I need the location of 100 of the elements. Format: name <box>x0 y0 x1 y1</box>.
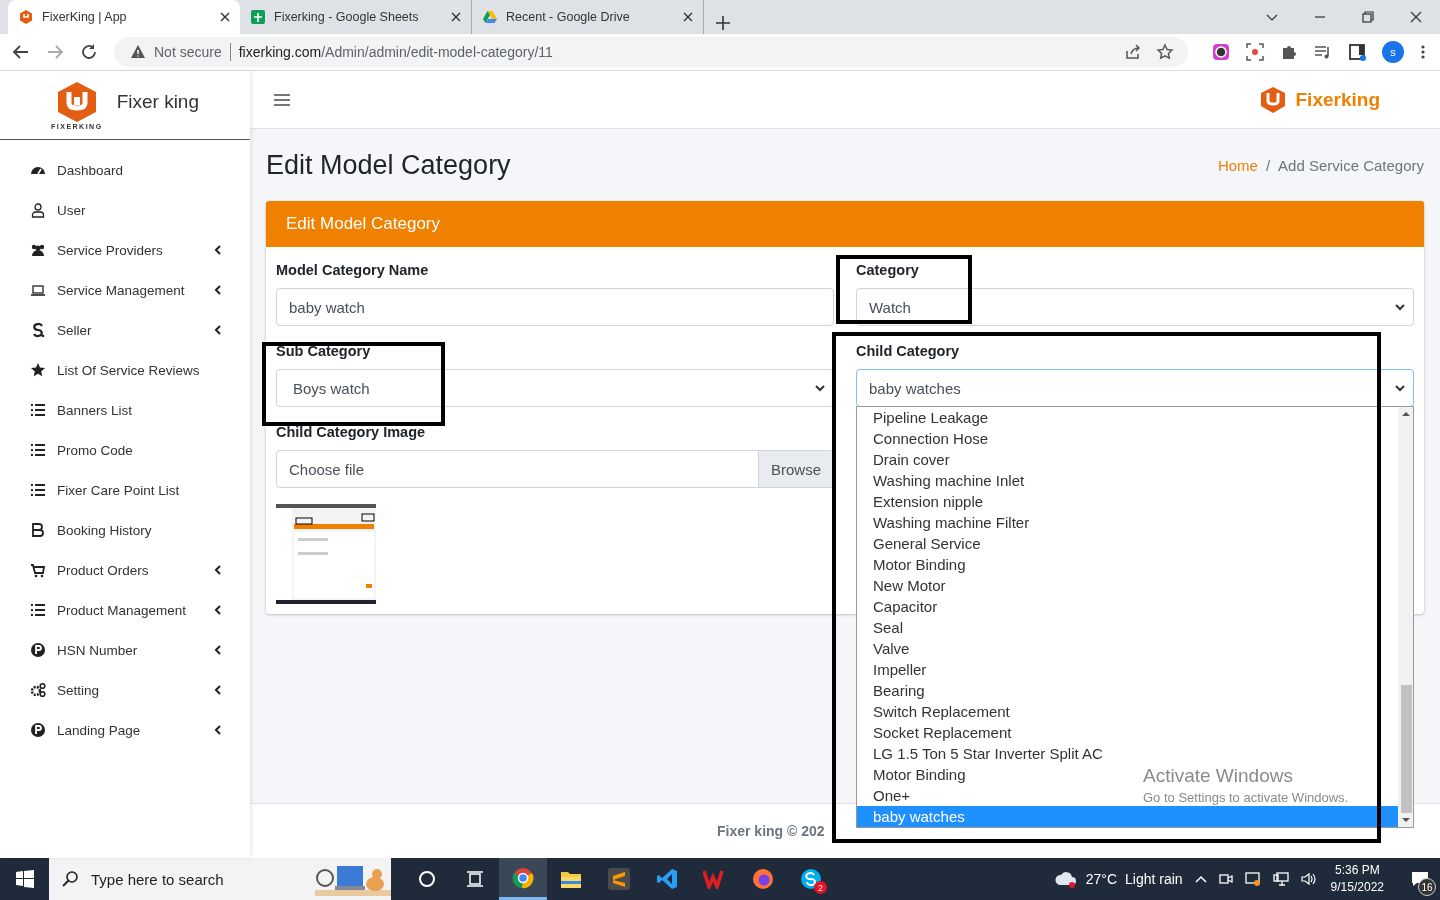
windows-start-icon[interactable] <box>16 870 34 888</box>
menu-icon[interactable] <box>274 92 290 107</box>
field-label: Category <box>856 261 920 280</box>
cloud-rain-icon[interactable] <box>1053 869 1078 889</box>
page-title: Edit Model Category <box>266 149 511 181</box>
dropdown-option[interactable]: Connection Hose <box>873 428 989 449</box>
sidebar-item[interactable]: Landing Page <box>0 710 250 750</box>
share-icon[interactable] <box>1124 43 1142 61</box>
scroll-up-icon[interactable] <box>1401 411 1410 417</box>
sidebar-item[interactable]: Seller <box>0 310 250 350</box>
select-field[interactable]: Watch <box>856 288 1414 326</box>
taskbar-search-field[interactable]: Type here to search <box>49 858 391 900</box>
sidebar-item[interactable]: Promo Code <box>0 430 250 470</box>
list-icon <box>30 402 46 418</box>
shield-logo-icon <box>18 9 34 25</box>
back-arrow-icon[interactable] <box>12 43 30 61</box>
display-alert-icon[interactable] <box>1244 872 1261 886</box>
address-bar[interactable]: Not secure fixerking.com/Admin/admin/edit-model-category/11 <box>114 37 1188 67</box>
weather-text: Light rain <box>1125 871 1183 887</box>
notification-center-button[interactable]: 16 <box>1400 858 1440 900</box>
side-panel-icon[interactable] <box>1348 43 1366 61</box>
file-input[interactable]: Choose file Browse <box>276 450 834 488</box>
dropdown-option[interactable]: Valve <box>873 638 910 659</box>
pcircle-icon <box>30 722 46 738</box>
sidebar-item[interactable]: Fixer Care Point List <box>0 470 250 510</box>
sidebar-item[interactable]: Service Providers <box>0 230 250 270</box>
taskbar-app[interactable] <box>499 858 547 900</box>
chevron-up-icon[interactable] <box>1194 875 1207 883</box>
dropdown-option[interactable]: New Motor <box>873 575 946 596</box>
list-icon <box>30 442 46 458</box>
field-label: Model Category Name <box>276 261 430 280</box>
camera-icon[interactable] <box>1218 872 1233 886</box>
sidebar-item[interactable]: HSN Number <box>0 630 250 670</box>
taskbar-clock[interactable]: 5:36 PM 9/15/2022 <box>1330 862 1384 896</box>
browse-button[interactable]: Browse <box>757 451 833 487</box>
sidebar-item[interactable]: User <box>0 190 250 230</box>
dropdown-option[interactable]: Washing machine Inlet <box>873 470 1025 491</box>
sidebar-item[interactable]: Product Management <box>0 590 250 630</box>
close-icon[interactable] <box>220 12 230 22</box>
star-icon[interactable] <box>1156 43 1174 61</box>
skype-icon <box>800 868 822 890</box>
scrollbar-thumb[interactable] <box>1401 685 1412 813</box>
seller-icon <box>30 322 46 338</box>
dropdown-option[interactable]: Motor Binding <box>873 764 966 785</box>
brand-name: Fixer king <box>116 91 199 113</box>
list-icon <box>30 602 46 618</box>
dropdown-option[interactable]: Switch Replacement <box>873 701 1010 722</box>
dropdown-option[interactable]: Impeller <box>873 659 927 680</box>
dropdown-option[interactable]: Socket Replacement <box>873 722 1012 743</box>
color-ring-icon[interactable] <box>1212 43 1230 61</box>
speaker-icon[interactable] <box>1300 872 1317 886</box>
text-field[interactable]: baby watch <box>276 288 834 326</box>
puzzle-icon[interactable] <box>1280 43 1298 61</box>
footer-text: Fixer king © 202 <box>717 823 825 839</box>
sidebar-item[interactable]: List Of Service Reviews <box>0 350 250 390</box>
dropdown-option[interactable]: Bearing <box>873 680 925 701</box>
browser-tab[interactable]: FixerKing | App <box>8 0 240 34</box>
dropdown-option[interactable]: Extension nipple <box>873 491 984 512</box>
dropdown-option[interactable]: General Service <box>873 533 981 554</box>
firefox-icon <box>752 868 774 890</box>
field-label: Child Category <box>856 342 961 361</box>
reload-icon[interactable] <box>80 43 98 61</box>
close-icon[interactable] <box>451 12 461 22</box>
screen-capture-icon[interactable] <box>1246 43 1264 61</box>
sidebar-item[interactable]: Booking History <box>0 510 250 550</box>
chrome-ball-icon <box>512 866 534 889</box>
cart-icon <box>30 562 46 578</box>
close-icon[interactable] <box>683 12 693 22</box>
list-icon <box>30 482 46 498</box>
dropdown-option[interactable]: LG 1.5 Ton 5 Star Inverter Split AC <box>873 743 1103 764</box>
sidebar-item[interactable]: Banners List <box>0 390 250 430</box>
security-label: Not secure <box>154 44 222 60</box>
restore-icon[interactable] <box>1361 10 1375 24</box>
profile-avatar[interactable]: s <box>1382 41 1404 63</box>
chevron-down-icon <box>815 384 825 392</box>
bold-icon <box>30 522 46 538</box>
more-menu-icon[interactable] <box>1420 44 1426 60</box>
sidebar-item[interactable]: Service Management <box>0 270 250 310</box>
sidebar-item[interactable]: Product Orders <box>0 550 250 590</box>
dropdown-option[interactable]: One+ <box>873 785 911 806</box>
circle-icon[interactable] <box>418 870 436 888</box>
task-view-icon[interactable] <box>466 870 484 888</box>
taskbar-app[interactable]: 2 <box>787 858 835 900</box>
dropdown-option[interactable]: Drain cover <box>873 449 950 470</box>
dropdown-option[interactable]: Seal <box>873 617 904 638</box>
sidebar-item[interactable]: Dashboard <box>0 150 250 190</box>
url-text: fixerking.com/Admin/admin/edit-model-category/11 <box>238 44 553 60</box>
code-editor-icon <box>656 868 678 890</box>
scroll-down-icon[interactable] <box>1401 817 1410 823</box>
dropdown-option[interactable]: Motor Binding <box>873 554 966 575</box>
time-text: 5:36 PM <box>1334 862 1380 879</box>
scrollbar[interactable] <box>1398 407 1413 827</box>
activation-notice-text: Go to Settings to activate Windows. <box>1143 790 1349 805</box>
sidebar-item[interactable]: Setting <box>0 670 250 710</box>
dropdown-option[interactable]: Pipeline Leakage <box>873 407 989 428</box>
dropdown-option[interactable]: Washing machine Filter <box>873 512 1030 533</box>
close-icon[interactable] <box>1409 10 1423 24</box>
playlist-icon[interactable] <box>1314 43 1332 61</box>
dropdown-option[interactable]: Capacitor <box>873 596 938 617</box>
network-icon[interactable] <box>1272 872 1289 886</box>
